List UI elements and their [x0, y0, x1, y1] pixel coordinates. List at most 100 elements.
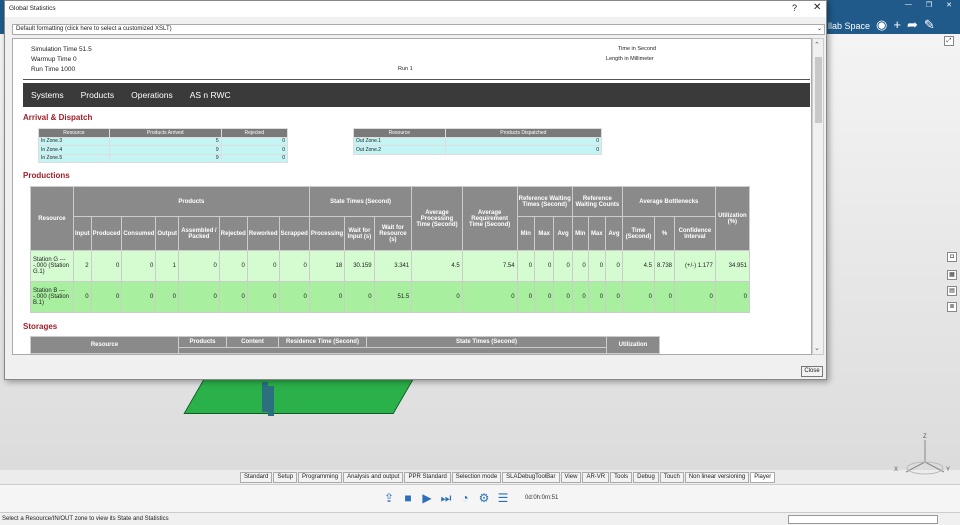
- report-content[interactable]: Simulation Time 51.5 Warmup Time 0 Run T…: [12, 38, 812, 355]
- col-state-times: State Times (Second): [308, 186, 413, 217]
- tab-setup[interactable]: Setup: [273, 472, 298, 483]
- col-avg-processing: Average Processing Time (Second): [411, 186, 463, 251]
- dialog-titlebar: Global Statistics ? ✕: [5, 1, 826, 17]
- table-cell: 0: [571, 281, 589, 313]
- tools-icon[interactable]: ✎: [924, 17, 935, 33]
- tab-analysis-and-output[interactable]: Analysis and output: [343, 472, 404, 483]
- scroll-down-icon[interactable]: ⌄: [814, 344, 820, 352]
- tab-selection-mode[interactable]: Selection mode: [451, 472, 502, 483]
- table-row: Out Zone.2 0: [353, 145, 603, 155]
- subheader-avg-bottlenecks: %: [653, 216, 676, 251]
- table-cell: 0: [308, 281, 346, 313]
- nav-products[interactable]: Products: [81, 90, 115, 100]
- tab-ar-vr[interactable]: AR-VR: [582, 472, 610, 483]
- compass-widget[interactable]: Z X Y: [894, 434, 950, 484]
- nav-systems[interactable]: Systems: [31, 90, 64, 100]
- camera-icon[interactable]: ◘: [947, 252, 957, 262]
- divider: [23, 79, 810, 80]
- subheader-state-times: Processing: [308, 216, 346, 251]
- stop-icon[interactable]: ■: [401, 491, 415, 505]
- tab-touch[interactable]: Touch: [659, 472, 684, 483]
- table-cell: 0: [621, 281, 655, 313]
- plus-icon[interactable]: +: [893, 17, 901, 33]
- play-icon[interactable]: ▶: [420, 491, 434, 505]
- col-state-times: State Times (Second): [366, 336, 607, 348]
- table-cell: 0: [444, 136, 603, 146]
- speed-icon[interactable]: ◔: [458, 491, 472, 505]
- col-avg-requirement: Average Requirement Time (Second): [461, 186, 518, 251]
- table-cell: 0: [278, 281, 310, 313]
- tab-programming[interactable]: Programming: [298, 472, 343, 483]
- col-content: Content: [226, 336, 279, 348]
- step-icon[interactable]: ⏭: [439, 491, 453, 505]
- table-cell: Out Zone.2: [353, 145, 446, 155]
- table-cell: 0: [218, 250, 248, 282]
- green-box-model[interactable]: [183, 374, 417, 414]
- restore-icon[interactable]: ❐: [926, 1, 932, 9]
- table-cell: 3.341: [373, 250, 413, 282]
- table-row[interactable]: Station G ----.000 (Station G.1) 2 0 0 1 0 0 0 0…: [30, 250, 751, 282]
- table-cell: 0: [220, 153, 289, 163]
- col-utilization: Utilization (%): [714, 186, 751, 251]
- subheader-products: Consumed: [121, 216, 157, 251]
- col-avg-bottlenecks: Average Bottlenecks: [621, 186, 716, 217]
- report-nav: Systems Products Operations AS n RWC: [23, 83, 810, 107]
- col-ref-wait-counts: Reference Waiting Counts: [571, 186, 623, 217]
- settings-icon[interactable]: ⚙: [477, 491, 491, 505]
- tab-tools[interactable]: Tools: [610, 472, 633, 483]
- expand-icon[interactable]: ⤢: [944, 36, 954, 46]
- dispatch-table: Resource Products Dispatched Out Zone.1 0…: [353, 128, 603, 155]
- table-cell: 0: [72, 281, 92, 313]
- run-label: Run 1: [398, 66, 413, 72]
- table-row[interactable]: Station B ----.000 (Station B.1) 0 0 0 0 0 0 0 0…: [30, 281, 751, 313]
- grid-icon[interactable]: ▦: [947, 270, 957, 280]
- layers-icon[interactable]: ≣: [947, 302, 957, 312]
- status-bar: Select a Resource/IN/OUT zone to view it…: [0, 512, 960, 525]
- tab-non-linear-versioning[interactable]: Non linear versioning: [684, 472, 750, 483]
- app-title: llab Space: [828, 21, 871, 31]
- user-icon[interactable]: ◉: [876, 17, 887, 33]
- minimize-icon[interactable]: —: [905, 1, 912, 9]
- table-cell: 9: [108, 153, 222, 163]
- list-icon[interactable]: ☰: [496, 491, 510, 505]
- section-storages: Storages: [23, 322, 58, 331]
- help-icon[interactable]: ?: [792, 3, 797, 13]
- table-cell: 4.5: [411, 250, 463, 282]
- report-scrollbar[interactable]: ⌃ ⌄: [812, 38, 824, 355]
- close-window-icon[interactable]: ✕: [946, 1, 952, 9]
- table-cell: 0: [278, 250, 310, 282]
- tab-debug[interactable]: Debug: [633, 472, 659, 483]
- export-icon[interactable]: ⇪: [382, 491, 396, 505]
- subheader-state-times: Wait for Input (s): [344, 216, 375, 251]
- table-cell: 0: [218, 281, 248, 313]
- subheader-ref-wait-counts: Min: [571, 216, 589, 251]
- tab-standard[interactable]: Standard: [240, 472, 273, 483]
- command-search-input[interactable]: [788, 515, 938, 524]
- close-button[interactable]: Close: [801, 366, 823, 377]
- table-cell: In Zone.3: [38, 136, 110, 146]
- table-row: In Zone.4 9 0: [38, 145, 289, 155]
- table-cell: 0: [121, 250, 157, 282]
- tab-sladebugtoolbar[interactable]: SLADebugToolBar: [502, 472, 560, 483]
- tab-ppr-standard[interactable]: PPR Standard: [404, 472, 451, 483]
- tab-player[interactable]: Player: [750, 472, 776, 483]
- xslt-selector[interactable]: Default formatting (click here to select…: [12, 24, 825, 35]
- table-cell: 0: [90, 281, 123, 313]
- share-icon[interactable]: ➦: [907, 17, 918, 33]
- table-cell: 2: [72, 250, 92, 282]
- tab-view[interactable]: View: [560, 472, 582, 483]
- table-cell: 0: [461, 281, 518, 313]
- table-cell: 0: [178, 281, 220, 313]
- nav-operations[interactable]: Operations: [131, 90, 173, 100]
- nav-as-n-rwc[interactable]: AS n RWC: [190, 90, 231, 100]
- table-cell: 0: [653, 281, 676, 313]
- dialog-close-icon[interactable]: ✕: [813, 2, 821, 13]
- subheader-products: Output: [155, 216, 179, 251]
- scroll-up-icon[interactable]: ⌃: [814, 41, 820, 49]
- warmup-time: Warmup Time 0: [31, 56, 77, 63]
- table-cell: 0: [674, 281, 716, 313]
- table-cell: 5: [108, 136, 222, 146]
- scroll-thumb[interactable]: [815, 57, 822, 123]
- doc-icon[interactable]: ▤: [947, 286, 957, 296]
- table-cell: 0: [246, 281, 280, 313]
